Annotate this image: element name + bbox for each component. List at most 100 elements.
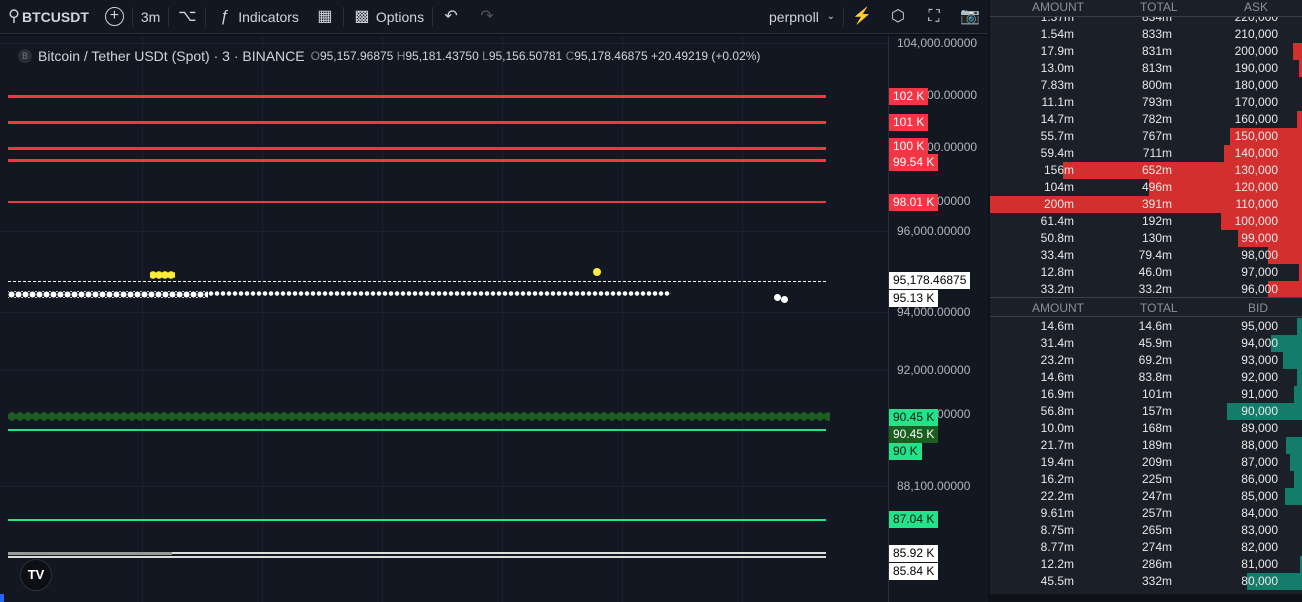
bid-price: 91,000 xyxy=(1241,387,1278,401)
grid-icon: ▦ xyxy=(317,7,333,25)
redo-button[interactable]: ↷ xyxy=(469,0,505,33)
bid-row[interactable]: 14.6m 14.6m 95,000 xyxy=(990,318,1302,335)
ask-row[interactable]: 14.7m 782m 160,000 xyxy=(990,111,1302,128)
ask-row[interactable]: 104m 496m 120,000 xyxy=(990,179,1302,196)
symbol-title[interactable]: Bitcoin / Tether USDt (Spot) · 3 · BINAN… xyxy=(38,48,305,64)
ask-row[interactable]: 1.54m 833m 210,000 xyxy=(990,26,1302,43)
resistance-line[interactable] xyxy=(8,159,826,162)
ask-row[interactable]: 55.7m 767m 150,000 xyxy=(990,128,1302,145)
close-value: 95,178.46875 xyxy=(574,49,648,63)
compare-button[interactable]: + xyxy=(97,0,132,33)
ask-row[interactable]: 59.4m 711m 140,000 xyxy=(990,145,1302,162)
bid-price: 95,000 xyxy=(1241,319,1278,333)
user-menu-button[interactable]: perpnoll ⌄ xyxy=(761,0,843,33)
open-label: O xyxy=(310,49,320,63)
bid-row[interactable]: 45.5m 332m 80,000 xyxy=(990,573,1302,590)
grid-line xyxy=(0,370,888,371)
indicators-button[interactable]: ƒ Indicators xyxy=(206,0,307,33)
ask-price: 120,000 xyxy=(1234,180,1278,194)
bid-row[interactable]: 56.8m 157m 90,000 xyxy=(990,403,1302,420)
chart-type-button[interactable]: ⌥ xyxy=(169,0,205,33)
screenshot-button[interactable]: 📷 xyxy=(952,0,988,33)
support-line[interactable] xyxy=(8,429,826,431)
ask-price: 170,000 xyxy=(1234,95,1278,109)
settings-button[interactable]: ⬡ xyxy=(880,0,916,33)
bottom-scroll-indicator[interactable] xyxy=(0,594,4,602)
price-axis[interactable]: 104,000.00000 102,000.00000 100,000.0000… xyxy=(888,36,988,602)
ask-total: 831m xyxy=(1141,44,1172,58)
ask-row[interactable]: 7.83m 800m 180,000 xyxy=(990,77,1302,94)
resistance-line[interactable] xyxy=(8,147,826,150)
bid-row[interactable]: 16.2m 225m 86,000 xyxy=(990,471,1302,488)
bid-amount: 23.2m xyxy=(1040,353,1074,367)
axis-label: 92,000.00000 xyxy=(897,363,971,377)
layouts-button[interactable]: ▦ xyxy=(307,0,343,33)
grid-line xyxy=(0,312,888,313)
bid-amount: 16.9m xyxy=(1040,387,1074,401)
ask-amount: 17.9m xyxy=(1040,44,1074,58)
ask-row[interactable]: 50.8m 130m 99,000 xyxy=(990,230,1302,247)
bid-row[interactable]: 10.0m 168m 89,000 xyxy=(990,420,1302,437)
resistance-line[interactable] xyxy=(8,95,826,98)
bid-row[interactable]: 31.4m 45.9m 94,000 xyxy=(990,335,1302,352)
options-button[interactable]: ▩ Options xyxy=(344,0,432,33)
chart-pane[interactable]: B Bitcoin / Tether USDt (Spot) · 3 · BIN… xyxy=(0,36,888,602)
bid-row[interactable]: 22.2m 247m 85,000 xyxy=(990,488,1302,505)
ask-price: 110,000 xyxy=(1235,197,1279,211)
bid-row[interactable]: 19.4m 209m 87,000 xyxy=(990,454,1302,471)
open-value: 95,157.96875 xyxy=(319,49,394,63)
price-tag-green: 90.45 K xyxy=(889,409,939,426)
bid-total: 265m xyxy=(1141,523,1172,537)
yellow-dot xyxy=(593,268,601,276)
bid-price: 83,000 xyxy=(1241,523,1278,537)
user-label: perpnoll xyxy=(769,8,819,25)
resistance-line[interactable] xyxy=(8,201,826,203)
bid-total: 332m xyxy=(1141,574,1172,588)
grid-line xyxy=(0,43,888,44)
ask-total: 711m xyxy=(1142,146,1172,160)
bid-row[interactable]: 14.6m 83.8m 92,000 xyxy=(990,369,1302,386)
redo-icon: ↷ xyxy=(480,7,494,25)
ask-row[interactable]: 33.2m 33.2m 96,000 xyxy=(990,281,1302,298)
ask-row[interactable]: 33.4m 79.4m 98,000 xyxy=(990,247,1302,264)
ask-row[interactable]: 12.8m 46.0m 97,000 xyxy=(990,264,1302,281)
white-dots-series xyxy=(208,291,671,296)
depth-bar xyxy=(1294,386,1302,403)
ask-row[interactable]: 13.0m 813m 190,000 xyxy=(990,60,1302,77)
bid-total: 274m xyxy=(1141,540,1172,554)
white-line[interactable] xyxy=(8,556,826,558)
bid-row[interactable]: 12.2m 286m 81,000 xyxy=(990,556,1302,573)
function-icon: ƒ xyxy=(219,7,229,25)
bid-row[interactable]: 21.7m 189m 88,000 xyxy=(990,437,1302,454)
price-line xyxy=(8,281,826,282)
ask-price: 180,000 xyxy=(1234,78,1278,92)
quick-search-button[interactable]: ⚡ xyxy=(844,0,880,33)
ask-price: 97,000 xyxy=(1241,265,1278,279)
support-line[interactable] xyxy=(8,519,826,521)
ask-row[interactable]: 200m 391m 110,000 xyxy=(990,196,1302,213)
bid-row[interactable]: 8.77m 274m 82,000 xyxy=(990,539,1302,556)
ask-price: 98,000 xyxy=(1241,248,1278,262)
bid-row[interactable]: 23.2m 69.2m 93,000 xyxy=(990,352,1302,369)
ask-row[interactable]: 17.9m 831m 200,000 xyxy=(990,43,1302,60)
fullscreen-button[interactable]: ⛶ xyxy=(916,0,952,33)
bid-total: 157m xyxy=(1141,404,1172,418)
interval-button[interactable]: 3m xyxy=(133,0,168,33)
bid-total: 247m xyxy=(1141,489,1172,503)
bid-header-label: BID xyxy=(1248,301,1269,315)
tradingview-logo[interactable]: TV xyxy=(20,559,52,591)
grid-line xyxy=(0,231,888,232)
ask-row[interactable]: 11.1m 793m 170,000 xyxy=(990,94,1302,111)
bid-row[interactable]: 8.75m 265m 83,000 xyxy=(990,522,1302,539)
low-label: L xyxy=(482,49,489,63)
ask-row[interactable]: 61.4m 192m 100,000 xyxy=(990,213,1302,230)
undo-button[interactable]: ↶ xyxy=(433,0,469,33)
resistance-line[interactable] xyxy=(8,121,826,124)
ask-amount: 12.8m xyxy=(1040,265,1074,279)
symbol-search-button[interactable]: ⚲ BTCUSDT xyxy=(0,0,97,33)
ask-row[interactable]: 156m 652m 130,000 xyxy=(990,162,1302,179)
bid-row[interactable]: 16.9m 101m 91,000 xyxy=(990,386,1302,403)
bid-row[interactable]: 9.61m 257m 84,000 xyxy=(990,505,1302,522)
bid-total: 225m xyxy=(1141,472,1172,486)
indicators-label: Indicators xyxy=(238,8,299,25)
